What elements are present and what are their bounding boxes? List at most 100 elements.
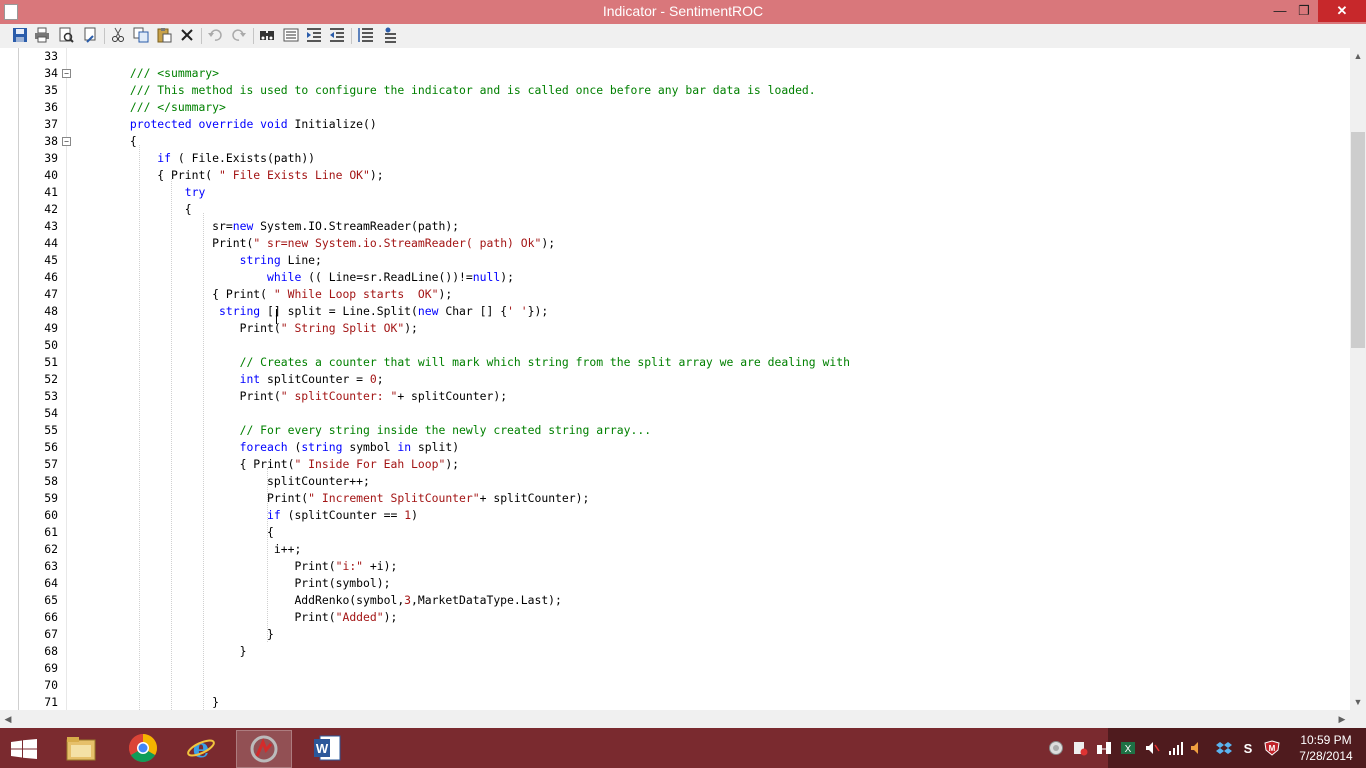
mute-speaker-icon[interactable] — [1144, 740, 1160, 756]
antivirus-shield-icon[interactable]: M — [1264, 740, 1280, 756]
fold-toggle-icon[interactable]: − — [62, 69, 71, 78]
action-center-icon[interactable] — [1072, 740, 1088, 756]
line-number: 71 — [44, 695, 58, 709]
line-number: 50 — [44, 338, 58, 352]
save-icon[interactable] — [12, 27, 28, 43]
toolbar — [0, 24, 1366, 49]
line-number: 34 — [44, 66, 58, 80]
code-editor[interactable]: 33 34− /// <summary> 35 /// This method is… — [0, 48, 1350, 710]
code-line: 57 { Print(" Inside For Eah Loop"); — [0, 456, 1350, 473]
code-text: } — [75, 695, 220, 709]
line-number: 39 — [44, 151, 58, 165]
code-line: 48 string [] split = Line.Split(new Char… — [0, 303, 1350, 320]
svg-text:S: S — [1244, 741, 1253, 756]
internet-explorer-icon[interactable]: e — [174, 730, 228, 766]
print-icon[interactable] — [34, 27, 50, 43]
line-number: 62 — [44, 542, 58, 556]
code-text: int splitCounter = 0; — [239, 372, 384, 386]
code-line: 38− { — [0, 133, 1350, 150]
find-icon[interactable] — [259, 27, 275, 43]
fold-toggle-icon[interactable]: − — [62, 137, 71, 146]
close-button[interactable]: ✕ — [1318, 0, 1366, 22]
line-number: 64 — [44, 576, 58, 590]
line-number: 42 — [44, 202, 58, 216]
code-line: 55 // For every string inside the newly … — [0, 422, 1350, 439]
undo-icon[interactable] — [207, 27, 223, 43]
code-text: if (splitCounter == 1) — [267, 508, 418, 522]
line-number: 58 — [44, 474, 58, 488]
code-line: 33 — [0, 48, 1350, 65]
start-button[interactable] — [10, 739, 38, 759]
line-number: 70 — [44, 678, 58, 692]
system-clock[interactable]: 10:59 PM 7/28/2014 — [1296, 732, 1356, 764]
line-number: 48 — [44, 304, 58, 318]
code-line: 40 { Print( " File Exists Line OK"); — [0, 167, 1350, 184]
line-number: 56 — [44, 440, 58, 454]
scroll-up-icon[interactable]: ▲ — [1350, 48, 1366, 64]
maximize-button[interactable]: ❐ — [1290, 0, 1318, 22]
code-text: protected override void Initialize() — [129, 117, 377, 131]
code-text: Print(" splitCounter: "+ splitCounter); — [75, 389, 508, 403]
code-text: i++; — [75, 542, 302, 556]
copy-icon[interactable] — [133, 27, 149, 43]
delete-icon[interactable] — [179, 27, 195, 43]
ninjatrader-icon[interactable] — [236, 730, 292, 768]
dropbox-icon[interactable] — [1216, 740, 1232, 756]
horizontal-scrollbar[interactable]: ◀ ▶ — [0, 710, 1350, 728]
line-number: 55 — [44, 423, 58, 437]
line-number: 37 — [44, 117, 58, 131]
print-preview-icon[interactable] — [58, 27, 74, 43]
svg-text:e: e — [193, 734, 210, 763]
excel-tray-icon[interactable]: X — [1120, 740, 1136, 756]
paste-icon[interactable] — [156, 27, 172, 43]
clock-date: 7/28/2014 — [1299, 749, 1353, 763]
code-line: 56 foreach (string symbol in split) — [0, 439, 1350, 456]
code-text: Print("i:" +i); — [75, 559, 398, 573]
code-text: string [] split = Line.Split(new Char []… — [219, 304, 549, 318]
code-line: 37 protected override void Initialize() — [0, 116, 1350, 133]
line-number: 67 — [44, 627, 58, 641]
line-number: 52 — [44, 372, 58, 386]
svg-text:M: M — [1269, 744, 1276, 753]
code-text: Print("Added"); — [75, 610, 398, 624]
code-line: 35 /// This method is used to configure … — [0, 82, 1350, 99]
code-line: 63 Print("i:" +i); — [0, 558, 1350, 575]
line-number: 59 — [44, 491, 58, 505]
line-number: 44 — [44, 236, 58, 250]
signal-bars-icon[interactable] — [1168, 740, 1184, 756]
code-line: 60 if (splitCounter == 1) — [0, 507, 1350, 524]
scroll-left-icon[interactable]: ◀ — [0, 710, 16, 728]
network-adapter-icon[interactable] — [1096, 740, 1112, 756]
line-number: 45 — [44, 253, 58, 267]
code-line: 69 — [0, 660, 1350, 677]
chrome-icon[interactable] — [116, 730, 170, 766]
comment-icon[interactable] — [358, 27, 374, 43]
taskbar: e W X S M 10:59 PM 7/28/2014 — [0, 728, 1366, 768]
indent-icon[interactable] — [306, 27, 322, 43]
cut-icon[interactable] — [110, 27, 126, 43]
uncomment-icon[interactable] — [381, 27, 397, 43]
code-text: string Line; — [239, 253, 322, 267]
scroll-thumb[interactable] — [1351, 132, 1365, 348]
line-numbers-icon[interactable] — [283, 27, 299, 43]
svg-text:W: W — [316, 741, 329, 756]
code-line: 42 { — [0, 201, 1350, 218]
clock-tray-icon[interactable] — [1048, 740, 1064, 756]
file-explorer-icon[interactable] — [54, 730, 108, 766]
line-number: 51 — [44, 355, 58, 369]
code-text: { Print(" Inside For Eah Loop"); — [75, 457, 460, 471]
code-line: 47 { Print( " While Loop starts OK"); — [0, 286, 1350, 303]
skype-icon[interactable]: S — [1240, 740, 1256, 756]
vertical-scrollbar[interactable]: ▲ ▼ — [1350, 48, 1366, 710]
scroll-right-icon[interactable]: ▶ — [1334, 710, 1350, 728]
page-setup-icon[interactable] — [82, 27, 98, 43]
redo-icon[interactable] — [231, 27, 247, 43]
code-line: 49 Print(" String Split OK"); — [0, 320, 1350, 337]
scroll-down-icon[interactable]: ▼ — [1350, 694, 1366, 710]
code-text: { — [75, 525, 274, 539]
code-line: 53 Print(" splitCounter: "+ splitCounter… — [0, 388, 1350, 405]
code-line: 58 splitCounter++; — [0, 473, 1350, 490]
volume-icon[interactable] — [1190, 740, 1206, 756]
outdent-icon[interactable] — [329, 27, 345, 43]
word-icon[interactable]: W — [300, 730, 354, 766]
